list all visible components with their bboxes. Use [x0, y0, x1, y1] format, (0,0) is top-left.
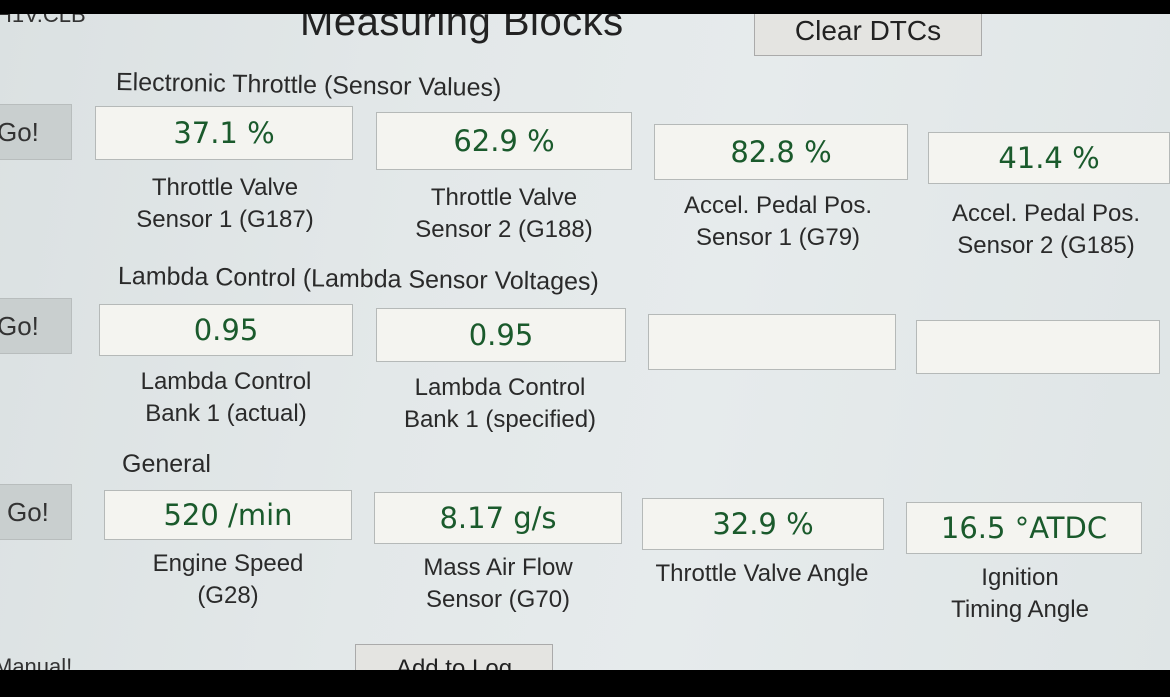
label-line: Sensor (G70): [425, 586, 571, 613]
label-mass-air-flow: Mass Air Flow Sensor (G70): [374, 552, 622, 616]
label-line: Throttle Valve Angle: [655, 560, 869, 587]
label-line: Accel. Pedal Pos.: [951, 200, 1141, 227]
label-line: Sensor 1 (G187): [136, 206, 314, 233]
add-to-log-button[interactable]: Add to Log: [355, 644, 553, 670]
label-line: Sensor 1 (G79): [695, 224, 861, 251]
value-engine-speed: 520 /min: [104, 490, 352, 540]
label-line: Ignition: [981, 564, 1059, 591]
group-title-general: General: [122, 450, 211, 478]
value-empty-slot-3: [648, 314, 896, 370]
label-throttle-valve-sensor-1: Throttle Valve Sensor 1 (G187): [100, 172, 350, 236]
value-throttle-valve-sensor-2: 62.9 %: [376, 112, 632, 170]
value-ignition-timing-angle: 16.5 °ATDC: [906, 502, 1142, 554]
go-button-group-3[interactable]: Go!: [0, 484, 72, 540]
filename-fragment: H1V.CLB: [0, 14, 86, 27]
page-title: Measuring Blocks: [300, 14, 624, 44]
label-line: Accel. Pedal Pos.: [683, 192, 873, 219]
label-line: Bank 1 (specified): [403, 406, 597, 433]
value-throttle-valve-sensor-1: 37.1 %: [95, 106, 353, 160]
label-line: Bank 1 (actual): [145, 400, 307, 427]
label-line: Engine Speed: [152, 550, 304, 577]
label-line: Sensor 2 (G185): [957, 232, 1135, 259]
label-line: Throttle Valve: [151, 174, 299, 201]
value-lambda-specified: 0.95: [376, 308, 626, 362]
label-throttle-valve-angle: Throttle Valve Angle: [640, 558, 884, 590]
label-lambda-actual: Lambda Control Bank 1 (actual): [100, 366, 352, 430]
label-engine-speed: Engine Speed (G28): [104, 548, 352, 612]
value-empty-slot-4: [916, 320, 1160, 374]
value-lambda-actual: 0.95: [99, 304, 353, 356]
label-accel-pedal-sensor-1: Accel. Pedal Pos. Sensor 1 (G79): [652, 190, 904, 254]
label-line: Sensor 2 (G188): [415, 216, 593, 243]
label-line: (G28): [197, 582, 259, 609]
value-accel-pedal-sensor-1: 82.8 %: [654, 124, 908, 180]
clear-dtcs-button[interactable]: Clear DTCs: [754, 14, 982, 56]
group-title-electronic-throttle: Electronic Throttle (Sensor Values): [115, 68, 502, 103]
go-button-group-2[interactable]: Go!: [0, 298, 72, 354]
label-ignition-timing-angle: Ignition Timing Angle: [900, 562, 1140, 626]
label-line: Timing Angle: [951, 596, 1089, 623]
label-accel-pedal-sensor-2: Accel. Pedal Pos. Sensor 2 (G185): [922, 198, 1170, 262]
label-throttle-valve-sensor-2: Throttle Valve Sensor 2 (G188): [378, 182, 630, 246]
manual-button-fragment[interactable]: Manual!: [0, 654, 72, 670]
measuring-blocks-window: H1V.CLB Measuring Blocks Clear DTCs Elec…: [0, 14, 1170, 670]
label-lambda-specified: Lambda Control Bank 1 (specified): [374, 372, 626, 436]
label-line: Throttle Valve: [430, 184, 578, 211]
label-line: Mass Air Flow: [423, 554, 573, 581]
value-mass-air-flow: 8.17 g/s: [374, 492, 622, 544]
go-button-group-1[interactable]: Go!: [0, 104, 72, 160]
group-title-lambda-control: Lambda Control (Lambda Sensor Voltages): [117, 262, 599, 296]
value-accel-pedal-sensor-2: 41.4 %: [928, 132, 1170, 184]
label-line: Lambda Control: [414, 374, 586, 401]
label-line: Lambda Control: [140, 368, 312, 395]
value-throttle-valve-angle: 32.9 %: [642, 498, 884, 550]
